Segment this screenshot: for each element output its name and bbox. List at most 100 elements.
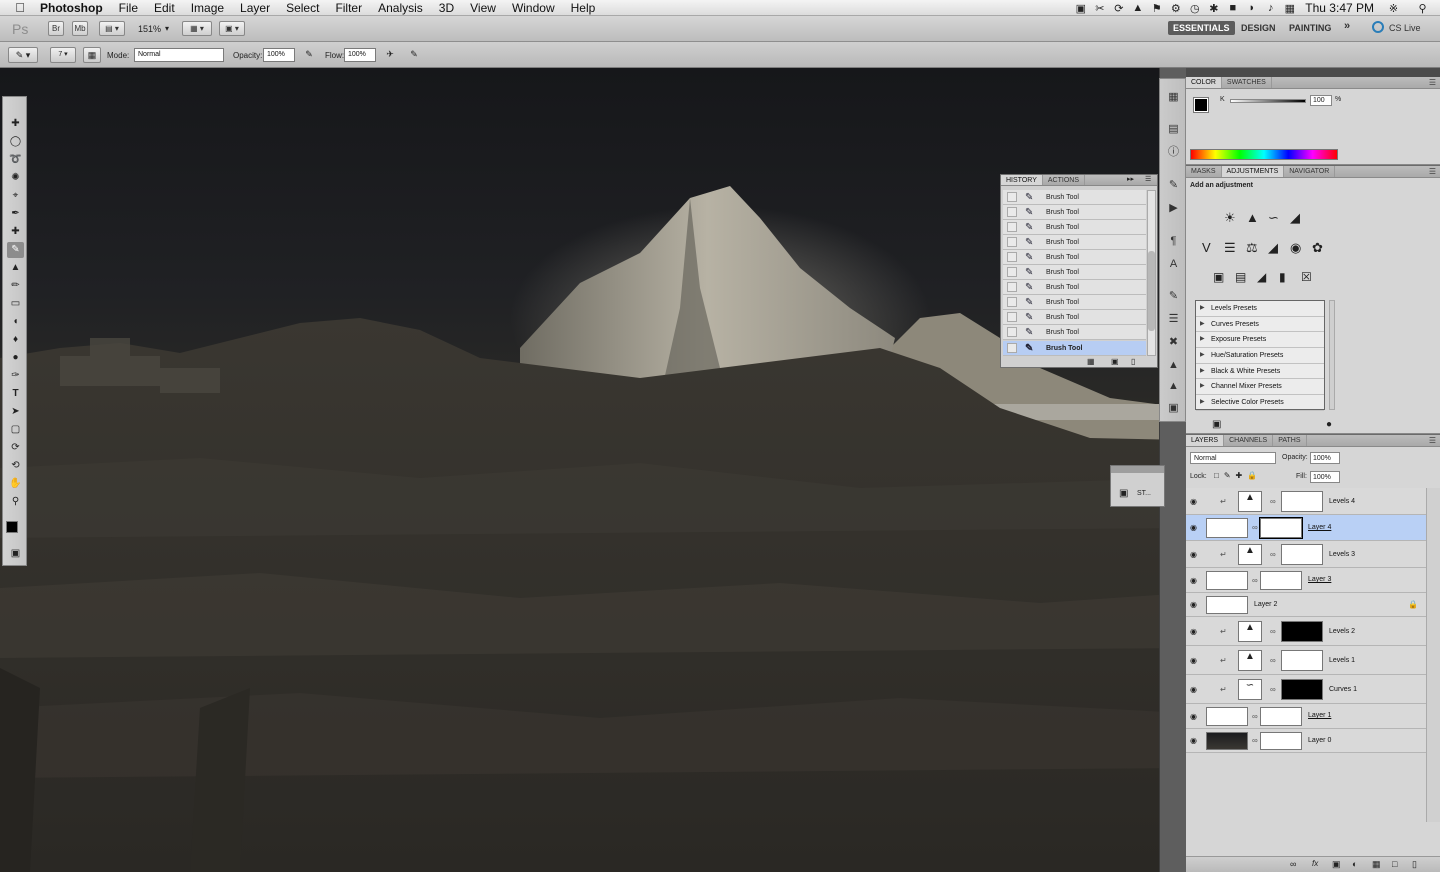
visibility-eye-icon[interactable]: ◉ bbox=[1190, 523, 1197, 532]
layer-row[interactable]: ◉ ↵ ▲ ∞ Levels 4 bbox=[1186, 488, 1426, 515]
new-layer-icon[interactable]: □ bbox=[1392, 859, 1397, 869]
launch-bridge-button[interactable]: Br bbox=[48, 21, 64, 36]
fill-input[interactable]: 100% bbox=[1310, 471, 1340, 483]
visibility-eye-icon[interactable]: ◉ bbox=[1190, 497, 1197, 506]
posterize-icon[interactable]: ▤ bbox=[1235, 270, 1246, 284]
color-ramp[interactable] bbox=[1190, 149, 1338, 160]
clone-source-icon[interactable]: ▲ bbox=[1166, 358, 1181, 373]
flag-icon[interactable]: ⚑ bbox=[1147, 2, 1166, 15]
visibility-eye-icon[interactable]: ◉ bbox=[1190, 600, 1197, 609]
tablet-opacity-pressure-icon[interactable]: ✎ bbox=[301, 47, 317, 63]
history-source-box[interactable] bbox=[1007, 282, 1017, 292]
layer-mask-thumb[interactable] bbox=[1281, 544, 1323, 565]
visibility-eye-icon[interactable]: ◉ bbox=[1190, 627, 1197, 636]
gradient-map-icon[interactable]: ▮ bbox=[1279, 270, 1286, 284]
new-group-icon[interactable]: ▦ bbox=[1372, 859, 1381, 870]
preset-black-white[interactable]: Black & White Presets bbox=[1196, 364, 1324, 380]
vibrance-icon[interactable]: V bbox=[1202, 240, 1211, 255]
styles-label[interactable]: ST... bbox=[1137, 490, 1151, 497]
move-tool-icon[interactable]: ✚ bbox=[7, 116, 24, 132]
layer-row[interactable]: ◉ ↵ ▲ ∞ Levels 2 bbox=[1186, 617, 1426, 646]
layer-name[interactable]: Layer 0 bbox=[1308, 737, 1331, 744]
menu-edit[interactable]: Edit bbox=[146, 0, 183, 16]
flag-usa-icon[interactable]: ▦ bbox=[1280, 2, 1299, 15]
wifi-icon[interactable]: ◗ bbox=[1242, 2, 1261, 14]
history-item[interactable]: ✎ Brush Tool bbox=[1003, 235, 1146, 250]
visibility-eye-icon[interactable]: ◉ bbox=[1190, 736, 1197, 745]
k-slider[interactable] bbox=[1230, 99, 1306, 103]
menu-select[interactable]: Select bbox=[278, 0, 327, 16]
preset-hue-saturation[interactable]: Hue/Saturation Presets bbox=[1196, 348, 1324, 364]
channel-mixer-icon[interactable]: ✿ bbox=[1312, 240, 1323, 256]
history-item-selected[interactable]: ✎ Brush Tool bbox=[1003, 341, 1146, 356]
delete-layer-icon[interactable]: ▯ bbox=[1412, 859, 1417, 870]
history-collapse-icon[interactable]: ▸▸ bbox=[1127, 175, 1134, 183]
history-scroll-thumb[interactable] bbox=[1148, 251, 1155, 331]
dropbox-icon[interactable]: ■ bbox=[1223, 2, 1242, 14]
exposure-icon[interactable]: ◢ bbox=[1290, 210, 1300, 226]
histogram-icon[interactable]: ▤ bbox=[1166, 122, 1181, 137]
clip-to-layer-icon[interactable]: ● bbox=[1326, 419, 1332, 430]
photo-filter-icon[interactable]: ◉ bbox=[1290, 240, 1301, 256]
curves-icon[interactable]: ∽ bbox=[1268, 210, 1279, 226]
eyedropper-tool-icon[interactable]: ✒ bbox=[7, 206, 24, 222]
clock-text[interactable]: Thu 3:47 PM bbox=[1299, 1, 1384, 15]
layer-row[interactable]: ◉ ∞ Layer 3 bbox=[1186, 568, 1426, 593]
return-to-list-icon[interactable]: ▣ bbox=[1212, 419, 1221, 430]
layer-mask-thumb[interactable] bbox=[1281, 650, 1323, 671]
preset-levels[interactable]: Levels Presets bbox=[1196, 301, 1324, 317]
layer-name[interactable]: Levels 4 bbox=[1329, 498, 1355, 505]
mini-bridge-icon[interactable]: ▦ bbox=[1166, 90, 1181, 105]
history-item[interactable]: ✎ Brush Tool bbox=[1003, 325, 1146, 340]
bluetooth-status-icon[interactable]: ※ bbox=[1384, 2, 1403, 15]
history-source-box[interactable] bbox=[1007, 343, 1017, 353]
history-source-box[interactable] bbox=[1007, 207, 1017, 217]
scissors-icon[interactable]: ✂ bbox=[1090, 2, 1109, 15]
preset-curves[interactable]: Curves Presets bbox=[1196, 317, 1324, 333]
layer-opacity-input[interactable]: 100% bbox=[1310, 452, 1340, 464]
character-icon[interactable]: A bbox=[1166, 257, 1181, 272]
levels-icon[interactable]: ▲ bbox=[1246, 210, 1259, 225]
visibility-eye-icon[interactable]: ◉ bbox=[1190, 550, 1197, 559]
layer-mask-thumb[interactable] bbox=[1260, 732, 1302, 750]
tab-paths[interactable]: PATHS bbox=[1273, 435, 1307, 446]
color-balance-icon[interactable]: ⚖ bbox=[1246, 240, 1258, 256]
zoom-tool-icon[interactable]: ⚲ bbox=[7, 494, 24, 510]
type-tool-icon[interactable]: T bbox=[7, 386, 24, 402]
new-document-from-state-icon[interactable]: ▦ bbox=[1087, 357, 1095, 366]
layer-row[interactable]: ◉ ↵ ▲ ∞ Levels 3 bbox=[1186, 541, 1426, 568]
history-item[interactable]: ✎ Brush Tool bbox=[1003, 295, 1146, 310]
tool-preset-picker[interactable]: ✎ ▾ bbox=[8, 47, 38, 63]
clock-icon[interactable]: ◷ bbox=[1185, 2, 1204, 15]
history-item[interactable]: ✎ Brush Tool bbox=[1003, 250, 1146, 265]
visibility-eye-icon[interactable]: ◉ bbox=[1190, 712, 1197, 721]
history-source-box[interactable] bbox=[1007, 327, 1017, 337]
history-item[interactable]: ✎ Brush Tool bbox=[1003, 190, 1146, 205]
history-source-box[interactable] bbox=[1007, 192, 1017, 202]
lock-options-icon[interactable]: □✎✚🔒 bbox=[1214, 471, 1262, 480]
workspace-painting[interactable]: PAINTING bbox=[1289, 23, 1331, 33]
layer-mask-thumb[interactable] bbox=[1281, 679, 1323, 700]
bluetooth-icon[interactable]: ✱ bbox=[1204, 2, 1223, 15]
zoom-dropdown-icon[interactable]: ▾ bbox=[165, 24, 169, 33]
quick-selection-tool-icon[interactable]: ✺ bbox=[7, 170, 24, 186]
add-mask-icon[interactable]: ▣ bbox=[1332, 859, 1341, 870]
history-source-box[interactable] bbox=[1007, 267, 1017, 277]
styles-icon[interactable]: ▣ bbox=[1119, 488, 1128, 499]
volume-icon[interactable]: ♪ bbox=[1261, 2, 1280, 14]
invert-icon[interactable]: ▣ bbox=[1213, 270, 1224, 284]
layer-mask-thumb[interactable] bbox=[1281, 621, 1323, 642]
camera-icon[interactable]: ▣ bbox=[1071, 2, 1090, 15]
history-scrollbar[interactable] bbox=[1147, 190, 1156, 356]
layer-name[interactable]: Layer 3 bbox=[1308, 576, 1331, 583]
layer-row[interactable]: ◉ ↵ ▲ ∞ Levels 1 bbox=[1186, 646, 1426, 675]
layer-name[interactable]: Layer 4 bbox=[1308, 524, 1331, 531]
layer-mask-thumb[interactable] bbox=[1260, 571, 1302, 590]
layer-name[interactable]: Layer 1 bbox=[1308, 712, 1331, 719]
history-panel-icon[interactable]: ✎ bbox=[1166, 178, 1181, 193]
tablet-size-pressure-icon[interactable]: ✎ bbox=[406, 47, 422, 63]
crop-tool-icon[interactable]: ⌖ bbox=[7, 188, 24, 204]
tab-history[interactable]: HISTORY bbox=[1001, 175, 1043, 185]
history-item[interactable]: ✎ Brush Tool bbox=[1003, 280, 1146, 295]
workspace-essentials[interactable]: ESSENTIALS bbox=[1168, 21, 1235, 35]
